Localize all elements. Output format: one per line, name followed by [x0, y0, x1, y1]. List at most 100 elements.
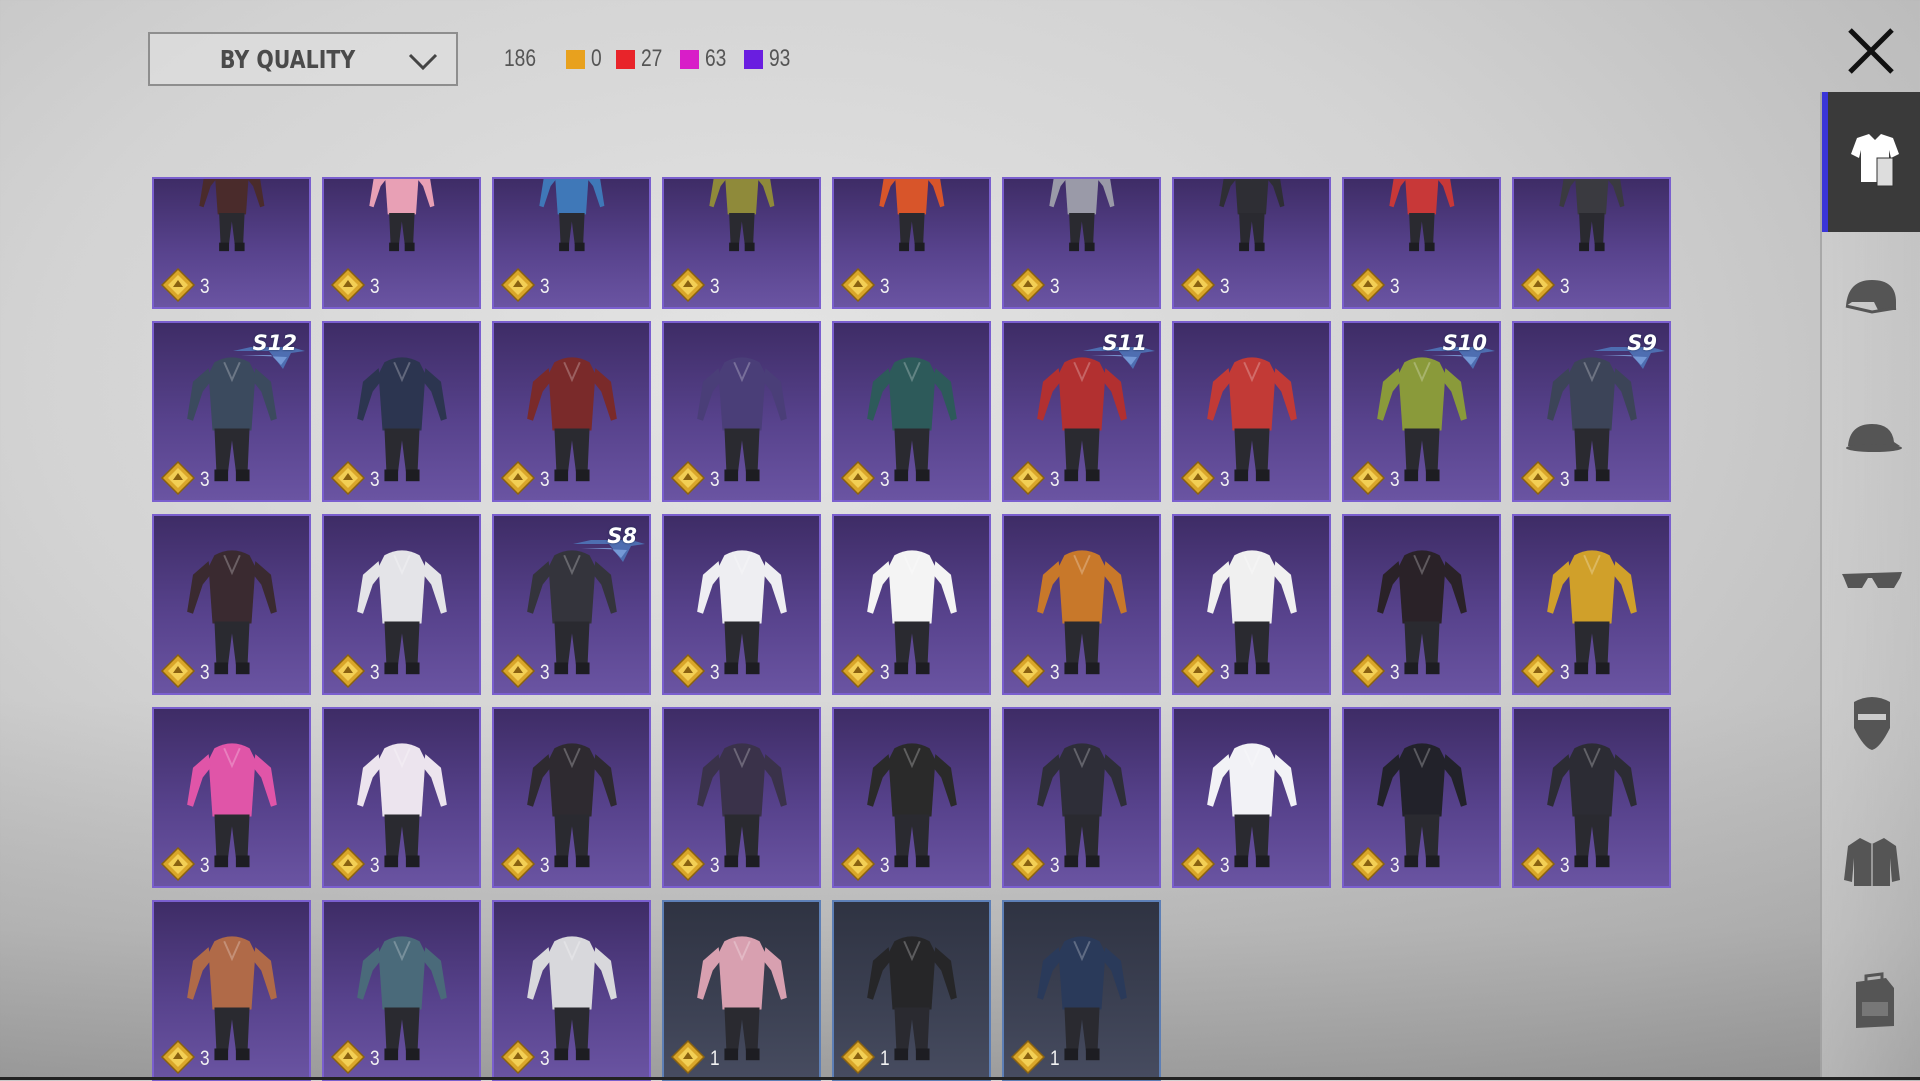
currency-coin-icon	[840, 846, 876, 882]
category-tab-jacket[interactable]	[1822, 792, 1920, 932]
item-quantity: 3	[1560, 661, 1570, 684]
currency-coin-icon	[330, 1039, 366, 1075]
inventory-item[interactable]: 3	[492, 900, 651, 1081]
inventory-item[interactable]: 3	[832, 707, 991, 888]
inventory-item[interactable]: 3	[662, 707, 821, 888]
season-label: S8	[607, 524, 637, 548]
quality-count: 27	[641, 45, 663, 72]
item-quantity: 3	[880, 275, 890, 298]
inventory-item[interactable]: 3	[152, 900, 311, 1081]
inventory-item[interactable]: 3	[1172, 321, 1331, 502]
item-quantity: 1	[1050, 1047, 1060, 1070]
item-quantity: 3	[540, 275, 550, 298]
inventory-item[interactable]: 3	[662, 177, 821, 309]
currency-coin-icon	[670, 1039, 706, 1075]
item-quantity: 3	[540, 1047, 550, 1070]
inventory-item[interactable]: 3	[322, 514, 481, 695]
item-quantity: 3	[1390, 275, 1400, 298]
inventory-item[interactable]: 3	[832, 321, 991, 502]
currency-coin-icon	[1520, 460, 1556, 496]
inventory-item[interactable]: 3	[492, 707, 651, 888]
inventory-item[interactable]: S10 3	[1342, 321, 1501, 502]
inventory-item[interactable]: 3	[1002, 707, 1161, 888]
currency-coin-icon	[500, 460, 536, 496]
quality-swatch	[616, 49, 636, 69]
category-tab-mask[interactable]	[1822, 652, 1920, 792]
inventory-item[interactable]: 3	[1172, 177, 1331, 309]
glasses-icon	[1842, 572, 1902, 588]
inventory-item[interactable]: 3	[1172, 707, 1331, 888]
close-button[interactable]	[1838, 18, 1904, 84]
currency-coin-icon	[670, 846, 706, 882]
currency-coin-icon	[500, 653, 536, 689]
item-quantity: 3	[1560, 275, 1570, 298]
inventory-item[interactable]: 3	[322, 321, 481, 502]
currency-coin-icon	[500, 267, 536, 303]
category-sidebar	[1820, 92, 1920, 1080]
cap-icon	[1846, 424, 1902, 452]
category-tab-outfit[interactable]	[1822, 92, 1920, 232]
item-quantity: 3	[540, 661, 550, 684]
outfit-icon	[1851, 134, 1899, 187]
inventory-item[interactable]: 3	[832, 514, 991, 695]
item-quantity: 3	[370, 275, 380, 298]
category-tab-cap[interactable]	[1822, 372, 1920, 512]
currency-coin-icon	[1520, 267, 1556, 303]
inventory-item[interactable]: 3	[152, 177, 311, 309]
inventory-item[interactable]: 3	[662, 514, 821, 695]
item-quantity: 3	[1050, 468, 1060, 491]
item-quantity: 3	[200, 468, 210, 491]
inventory-item[interactable]: 3	[1342, 707, 1501, 888]
inventory-item[interactable]: S9 3	[1512, 321, 1671, 502]
item-quantity: 3	[200, 275, 210, 298]
item-quantity: 3	[710, 854, 720, 877]
quality-count: 63	[705, 45, 727, 72]
currency-coin-icon	[670, 653, 706, 689]
item-quantity: 1	[880, 1047, 890, 1070]
category-tab-helmet[interactable]	[1822, 232, 1920, 372]
currency-coin-icon	[1350, 653, 1386, 689]
currency-coin-icon	[1010, 267, 1046, 303]
inventory-item[interactable]: 3	[322, 900, 481, 1081]
inventory-item[interactable]: 3	[1342, 177, 1501, 309]
inventory-item[interactable]: S11 3	[1002, 321, 1161, 502]
item-quantity: 3	[1390, 854, 1400, 877]
item-quantity: 3	[200, 661, 210, 684]
item-quantity: 3	[370, 854, 380, 877]
category-tab-glasses[interactable]	[1822, 512, 1920, 652]
inventory-item[interactable]: 3	[322, 177, 481, 309]
quality-stat: 63	[680, 45, 732, 73]
inventory-item[interactable]: 1	[662, 900, 821, 1081]
inventory-item[interactable]: 1	[1002, 900, 1161, 1081]
inventory-item[interactable]: 3	[492, 177, 651, 309]
inventory-item[interactable]: 3	[1512, 514, 1671, 695]
inventory-item[interactable]: S8 3	[492, 514, 651, 695]
inventory-item[interactable]: 3	[1512, 707, 1671, 888]
quality-count: 0	[591, 45, 602, 72]
item-quantity: 3	[200, 854, 210, 877]
sort-dropdown[interactable]: BY QUALITY	[148, 32, 458, 86]
inventory-item[interactable]: 3	[832, 177, 991, 309]
currency-coin-icon	[1180, 267, 1216, 303]
inventory-item[interactable]: 3	[152, 707, 311, 888]
category-tab-backpack[interactable]	[1822, 932, 1920, 1072]
inventory-item[interactable]: 3	[1172, 514, 1331, 695]
currency-coin-icon	[330, 846, 366, 882]
inventory-item[interactable]: 3	[1342, 514, 1501, 695]
item-quantity: 3	[540, 854, 550, 877]
inventory-item[interactable]: 3	[662, 321, 821, 502]
currency-coin-icon	[500, 846, 536, 882]
inventory-item[interactable]: 3	[1002, 177, 1161, 309]
currency-coin-icon	[1010, 1039, 1046, 1075]
inventory-item[interactable]: S12 3	[152, 321, 311, 502]
inventory-item[interactable]: 3	[1002, 514, 1161, 695]
inventory-item[interactable]: 3	[492, 321, 651, 502]
close-icon	[1848, 28, 1894, 74]
inventory-item[interactable]: 1	[832, 900, 991, 1081]
inventory-item[interactable]: 3	[1512, 177, 1671, 309]
inventory-item[interactable]: 3	[322, 707, 481, 888]
item-quantity: 3	[710, 661, 720, 684]
quality-swatch	[743, 49, 763, 69]
item-quantity: 3	[1220, 275, 1230, 298]
inventory-item[interactable]: 3	[152, 514, 311, 695]
